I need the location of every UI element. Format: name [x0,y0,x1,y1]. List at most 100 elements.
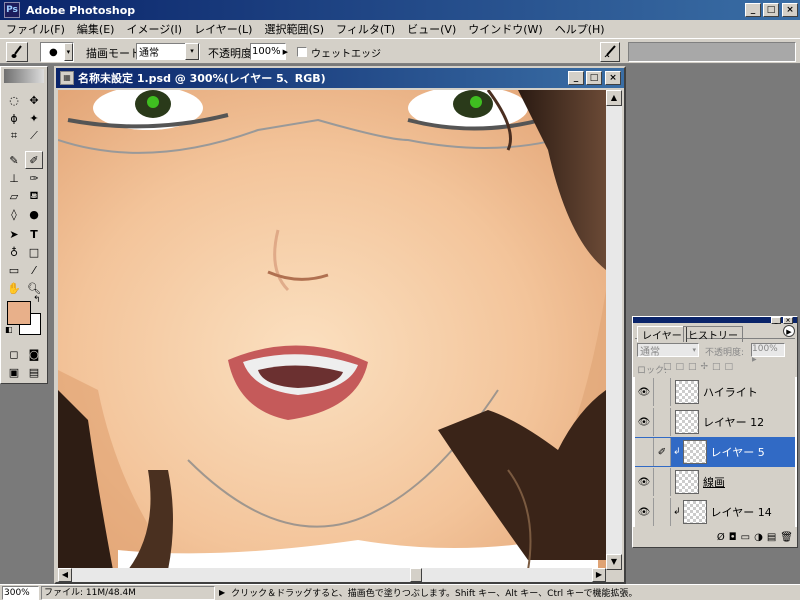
menu-layer[interactable]: レイヤー(L) [188,21,258,37]
standard-mode-icon[interactable]: ◻ [5,345,23,363]
crop-tool-icon[interactable]: ⌗ [5,127,23,145]
layer-opacity-field[interactable]: 100% ▶ [751,343,785,363]
brush-active-icon[interactable]: ✐ [654,438,671,466]
palette-well[interactable] [628,42,796,62]
brush-preset-button[interactable] [6,42,28,62]
wet-edges-checkbox[interactable] [297,47,307,57]
swap-colors-icon[interactable]: ↰ [33,295,41,305]
layer-row[interactable]: 👁︎ 線画 [635,467,795,498]
layer-row[interactable]: 👁︎ ↲ レイヤー 14 [635,497,795,527]
shape-tool-icon[interactable]: □ [25,243,43,261]
menu-view[interactable]: ビュー(V) [401,21,462,37]
eraser-tool-icon[interactable]: ▱ [5,187,23,205]
menu-help[interactable]: ヘルプ(H) [549,21,611,37]
layer-mask-icon[interactable]: ◘ [729,532,737,543]
tab-layers[interactable]: レイヤー [637,326,687,342]
magic-wand-tool-icon[interactable]: ✦ [25,109,43,127]
marquee-tool-icon[interactable]: ◌ [5,91,23,109]
trash-icon[interactable]: 🗑︎ [780,532,793,543]
layer-thumbnail [675,410,699,434]
layer-row[interactable]: 👁︎ ハイライト [635,377,795,408]
eye-icon[interactable]: 👁︎ [635,408,654,436]
layer-thumbnail [682,440,707,464]
screen-mode-full-icon[interactable]: ▤ [25,363,43,381]
doc-minimize-button[interactable]: _ [568,71,584,85]
scroll-down-arrow-icon[interactable]: ▼ [606,554,622,570]
panel-close-button[interactable]: × [783,317,793,324]
menu-window[interactable]: ウインドウ(W) [462,21,548,37]
menu-file[interactable]: ファイル(F) [0,21,71,37]
history-brush-icon[interactable]: ✑ [25,169,43,187]
blend-mode-select[interactable]: 通常 ▾ [136,43,200,60]
eyedropper-icon[interactable]: ⁄ [25,261,43,279]
blur-tool-icon[interactable]: ◊ [5,205,23,223]
chevron-down-icon[interactable]: ▾ [63,43,73,61]
notes-tool-icon[interactable]: ▭ [5,261,23,279]
eye-icon[interactable]: 👁︎ [635,468,654,496]
brush-size-picker[interactable]: ● ▾ [40,42,74,62]
file-size-info[interactable]: ファイル: 11M/48.4M [41,585,215,600]
eye-hidden-slot[interactable] [635,438,654,466]
type-tool-icon[interactable]: T [25,225,43,243]
screen-mode-standard-icon[interactable]: ▣ [5,363,23,381]
new-layer-icon[interactable]: ▤ [767,532,776,543]
path-selection-icon[interactable]: ➤ [5,225,23,243]
lock-options-icons[interactable]: □□□✢□□ [663,362,737,372]
vertical-scrollbar[interactable]: ▲ ▼ [606,90,622,570]
eye-icon[interactable]: 👁︎ [635,378,654,406]
clone-stamp-icon[interactable]: ⊥ [5,169,23,187]
layer-style-icon[interactable]: Ø [717,532,725,543]
toolbox-logo[interactable] [4,69,44,83]
document-title-bar[interactable]: ▦ 名称未設定 1.psd @ 300%(レイヤー 5、RGB) _ □ × [56,68,624,88]
eye-icon[interactable]: 👁︎ [635,498,654,526]
tab-history[interactable]: ヒストリー [683,326,743,342]
triangle-right-icon[interactable]: ▶ [283,48,288,56]
new-set-icon[interactable]: ▭ [741,532,750,543]
layer-row-selected[interactable]: ✐ ↲ レイヤー 5 [635,437,795,468]
adjustment-layer-icon[interactable]: ◑ [754,532,763,543]
maximize-button[interactable]: □ [763,3,779,17]
scroll-up-arrow-icon[interactable]: ▲ [606,90,622,106]
minimize-button[interactable]: _ [745,3,761,17]
layer-row[interactable]: 👁︎ レイヤー 12 [635,407,795,438]
menu-image[interactable]: イメージ(I) [120,21,188,37]
airbrush-button[interactable] [600,42,620,62]
close-button[interactable]: × [782,3,798,17]
link-slot[interactable] [654,408,671,436]
document-canvas[interactable] [58,90,606,570]
layer-name: レイヤー 5 [710,446,765,459]
lasso-tool-icon[interactable]: ϕ [5,109,23,127]
brush-tool-icon[interactable]: ✐ [25,151,43,169]
menu-filter[interactable]: フィルタ(T) [330,21,401,37]
link-slot[interactable] [654,378,671,406]
default-colors-icon[interactable]: ◧ [5,325,13,334]
healing-brush-icon[interactable]: ✎ [5,151,23,169]
app-title-bar: Ps Adobe Photoshop _ □ × [0,0,800,20]
quick-mask-icon[interactable]: ◙ [25,345,43,363]
horizontal-scroll-thumb[interactable] [410,568,422,582]
layer-blend-mode-select[interactable]: 通常 ▾ [637,343,699,358]
panel-minimize-button[interactable]: _ [771,317,781,324]
menu-edit[interactable]: 編集(E) [71,21,121,37]
menu-select[interactable]: 選択範囲(S) [258,21,330,37]
dodge-tool-icon[interactable]: ● [25,205,43,223]
pen-tool-icon[interactable]: ♁ [5,243,23,261]
foreground-color-swatch[interactable] [7,301,31,325]
horizontal-scrollbar[interactable]: ◀ ▶ [58,568,606,582]
panel-menu-arrow-icon[interactable]: ▶ [783,325,795,337]
link-slot[interactable] [654,498,671,526]
status-arrow-icon[interactable]: ▶ [219,588,225,597]
clipping-mask-icon: ↲ [673,507,681,517]
opacity-field[interactable]: 100% ▶ [250,43,288,60]
doc-maximize-button[interactable]: □ [586,71,602,85]
scroll-right-arrow-icon[interactable]: ▶ [592,568,606,582]
link-slot[interactable] [654,468,671,496]
slice-tool-icon[interactable]: ⟋ [25,127,43,145]
doc-close-button[interactable]: × [605,71,621,85]
paint-bucket-icon[interactable]: ⛾ [25,187,43,205]
layer-name: ハイライト [703,386,758,399]
scroll-left-arrow-icon[interactable]: ◀ [58,568,72,582]
hand-tool-icon[interactable]: ✋ [5,279,23,297]
zoom-level-field[interactable]: 300% [2,585,39,600]
move-tool-icon[interactable]: ✥ [25,91,43,109]
